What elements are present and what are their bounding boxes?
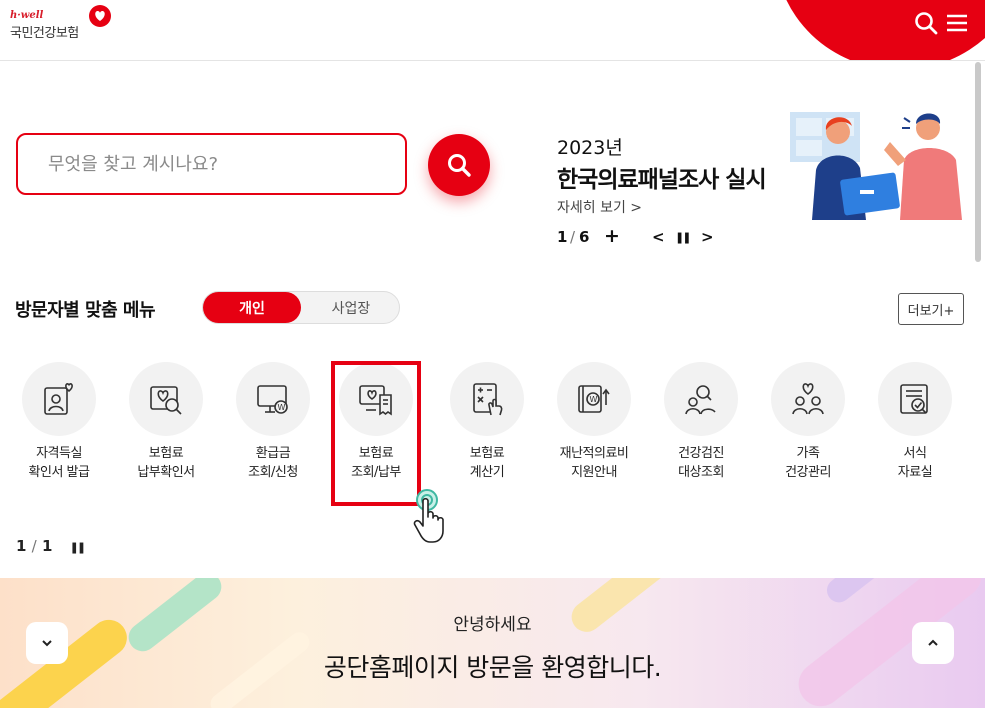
logo-text: 국민건강보험 [10,26,79,41]
more-button[interactable]: 더보기+ [898,293,964,325]
menu-item-health-checkup-inquiry[interactable]: 건강검진 대상조회 [648,362,754,492]
family-heart-icon [792,383,824,415]
logo-heart-icon [89,5,111,27]
banner-page-separator: / [570,228,576,246]
heart-magnifier-icon [150,386,182,415]
menu-pager-current: 1 [16,537,27,555]
banner-page-total: 6 [579,228,590,246]
menu-item-label: 환급금 조회/신청 [220,444,326,482]
menu-item-label-line2: 계산기 [469,465,505,480]
menu-item-label-line1: 보험료 [148,446,184,461]
highlight-box [331,361,421,506]
svg-text:W: W [590,395,598,404]
search-icon [448,154,471,177]
menu-item-icon-circle [450,362,524,436]
banner-next-button[interactable]: > [701,228,714,246]
menu-item-label-line2: 지원안내 [571,465,617,480]
search-button[interactable] [428,134,490,196]
tab-personal[interactable]: 개인 [203,292,301,323]
welcome-greeting: 안녕하세요 [453,615,532,635]
menu-item-family-health-care[interactable]: 가족 건강관리 [755,362,861,492]
menu-item-label-line2: 조회/신청 [248,465,298,480]
menu-item-label: 자격득실 확인서 발급 [6,444,112,482]
monitor-won-icon: W [257,385,288,414]
menu-item-label: 서식 자료실 [862,444,968,482]
menu-item-catastrophic-medical-support[interactable]: W 재난적의료비 지원안내 [541,362,647,492]
menu-item-icon-circle [664,362,738,436]
banner-detail-link[interactable]: 자세히 보기 > [557,197,642,217]
page-scrollbar[interactable] [975,62,981,262]
visitor-type-toggle: 개인 사업장 [202,291,400,324]
visitor-menu-title: 방문자별 맞춤 메뉴 [15,300,156,321]
menu-item-label-line1: 환급금 [255,446,291,461]
banner-page-current: 1 [557,228,568,246]
menu-item-label-line1: 가족 [796,446,820,461]
menu-item-label-line2: 건강관리 [785,465,831,480]
menu-item-label-line2: 대상조회 [678,465,724,480]
banner-plus-button[interactable]: + [604,225,620,247]
search-input[interactable] [18,135,405,193]
menu-item-icon-circle: W [557,362,631,436]
menu-item-premium-payment-certificate[interactable]: 보험료 납부확인서 [113,362,219,492]
welcome-decoration [789,578,985,708]
scroll-down-button[interactable] [26,622,68,664]
banner-title[interactable]: 한국의료패널조사 실시 [557,160,767,194]
menu-item-label-line1: 재난적의료비 [559,446,629,461]
menu-item-label: 보험료 계산기 [434,444,540,482]
menu-pager-separator: / [31,537,37,555]
menu-item-label-line1: 보험료 [469,446,505,461]
menu-item-refund-inquiry[interactable]: W 환급금 조회/신청 [220,362,326,492]
menu-pager-total: 1 [41,537,53,555]
site-header: h·well 국민건강보험 [0,0,985,61]
won-arrow-card-icon: W [578,385,610,413]
menu-item-icon-circle [22,362,96,436]
search-icon[interactable] [913,10,939,36]
menu-item-label-line1: 서식 [903,446,927,461]
banner-illustration [790,112,962,220]
menu-item-label-line2: 납부확인서 [137,465,195,480]
menu-item-label: 가족 건강관리 [755,444,861,482]
menu-item-label-line1: 건강검진 [678,446,724,461]
menu-item-label-line1: 자격득실 [36,446,82,461]
menu-item-icon-circle [771,362,845,436]
hamburger-menu-icon[interactable] [944,10,970,36]
menu-pager: 1 / 1 ❚❚ [16,537,87,555]
scroll-up-button[interactable] [912,622,954,664]
banner-prev-button[interactable]: < [652,228,665,246]
search-field[interactable] [16,133,407,195]
calculator-hand-icon [473,383,503,416]
welcome-message: 공단홈페이지 방문을 환영합니다. [323,653,662,682]
tab-business[interactable]: 사업장 [303,292,399,323]
menu-item-premium-calculator[interactable]: 보험료 계산기 [434,362,540,492]
svg-text:W: W [278,403,286,412]
menu-item-icon-circle [129,362,203,436]
banner-year: 2023년 [557,137,623,159]
chevron-down-icon [42,640,52,647]
logo-subtext: h·well [10,10,44,21]
menu-item-forms-library[interactable]: 서식 자료실 [862,362,968,492]
menu-item-icon-circle: W [236,362,310,436]
menu-item-label: 건강검진 대상조회 [648,444,754,482]
welcome-section: 안녕하세요 공단홈페이지 방문을 환영합니다. [0,578,985,708]
people-search-icon [685,385,716,415]
pointer-hand-icon [413,489,444,543]
menu-item-label-line2: 확인서 발급 [28,465,90,480]
menu-item-qualification-certificate[interactable]: 자격득실 확인서 발급 [6,362,112,492]
menu-item-label: 재난적의료비 지원안내 [541,444,647,482]
menu-item-icon-circle [878,362,952,436]
person-heart-card-icon [44,383,73,415]
menu-pause-button[interactable]: ❚❚ [70,541,87,554]
menu-item-label-line2: 자료실 [897,465,933,480]
menu-item-label: 보험료 납부확인서 [113,444,219,482]
chevron-up-icon [928,639,938,646]
document-check-icon [900,384,928,414]
banner-pause-button[interactable]: ❚❚ [675,231,692,244]
